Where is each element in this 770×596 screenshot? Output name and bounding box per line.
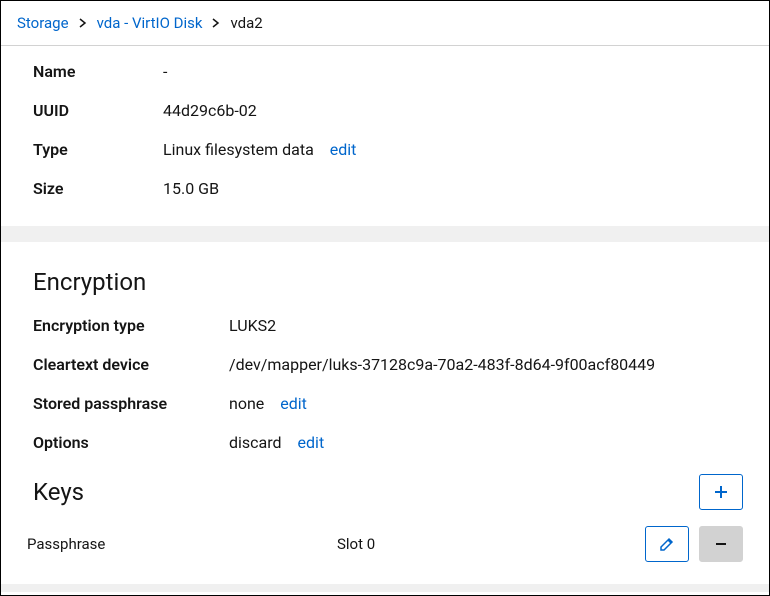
chevron-right-icon [212,18,220,28]
cleartext-label: Cleartext device [33,355,229,374]
chevron-right-icon [79,18,87,28]
keys-title: Keys [33,478,84,506]
minus-icon [714,537,728,551]
encryption-card: Encryption Encryption type LUKS2 Clearte… [1,242,769,584]
breadcrumb: Storage vda - VirtIO Disk vda2 [1,1,769,46]
edit-passphrase-button[interactable]: edit [280,394,307,413]
key-slot: Slot 0 [337,535,645,553]
content-area: Name - UUID 44d29c6b-02 Type Linux files… [1,46,769,592]
partition-card: Name - UUID 44d29c6b-02 Type Linux files… [1,46,769,226]
cleartext-value: /dev/mapper/luks-37128c9a-70a2-483f-8d64… [229,355,655,374]
breadcrumb-device[interactable]: vda - VirtIO Disk [97,14,203,32]
add-key-button[interactable] [699,474,743,510]
size-value: 15.0 GB [163,179,219,198]
encryption-title: Encryption [1,268,769,306]
type-label: Type [33,140,163,159]
pencil-icon [659,536,675,552]
name-value: - [163,62,167,81]
size-label: Size [33,179,163,198]
uuid-value: 44d29c6b-02 [163,101,257,120]
options-label: Options [33,433,229,452]
edit-type-button[interactable]: edit [330,140,357,159]
edit-key-button[interactable] [645,526,689,562]
uuid-label: UUID [33,101,163,120]
remove-key-button[interactable] [699,526,743,562]
stored-passphrase-value: none [229,394,264,413]
options-value: discard [229,433,282,452]
encryption-type-label: Encryption type [33,316,229,335]
breadcrumb-current: vda2 [230,14,262,32]
edit-options-button[interactable]: edit [298,433,325,452]
type-value: Linux filesystem data [163,140,314,159]
stored-passphrase-label: Stored passphrase [33,394,229,413]
name-label: Name [33,62,163,81]
plus-icon [714,485,728,499]
key-row: Passphrase Slot 0 [1,510,769,570]
breadcrumb-storage[interactable]: Storage [17,14,69,32]
keys-header: Keys [1,462,769,510]
encryption-type-value: LUKS2 [229,316,276,335]
key-type: Passphrase [27,535,337,553]
